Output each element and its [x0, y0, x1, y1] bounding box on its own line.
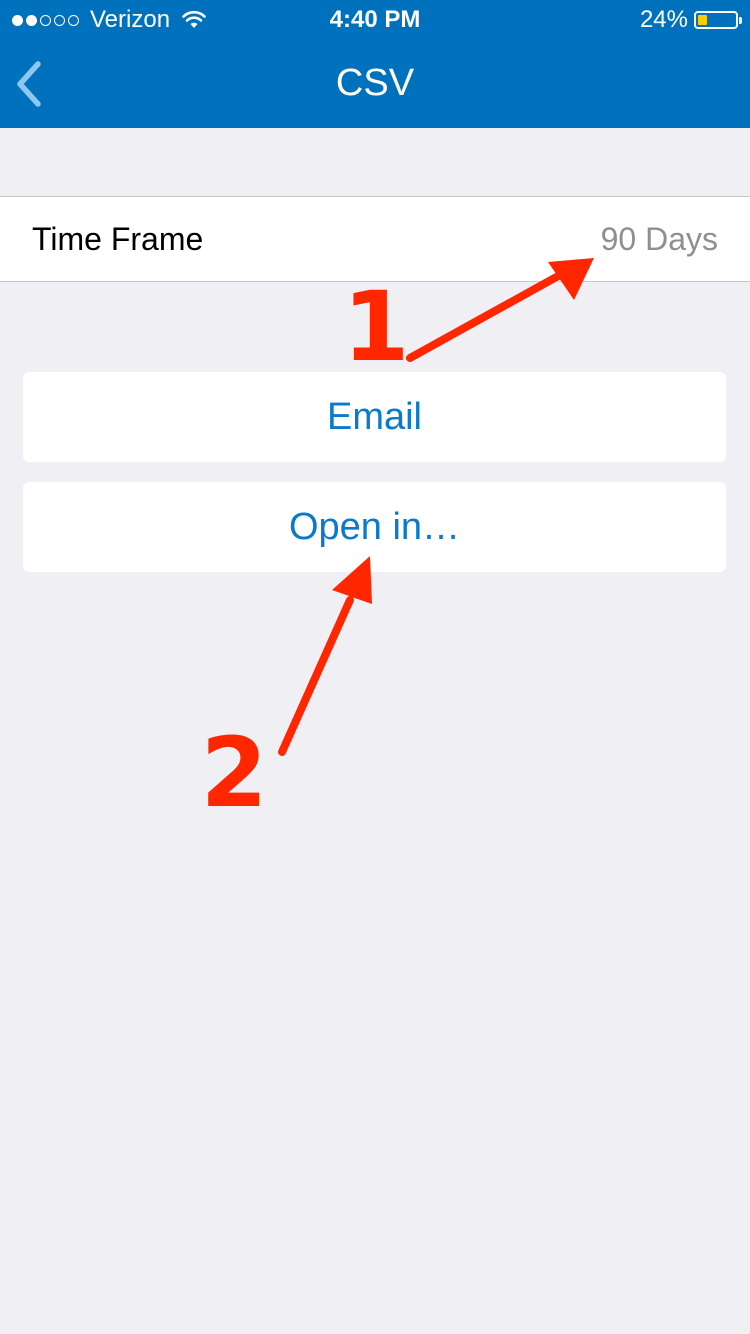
- annotation-number-2: 2: [201, 717, 268, 829]
- annotation-arrow-2: [278, 596, 354, 756]
- battery-tip: [739, 17, 742, 24]
- battery-percent: 24%: [639, 6, 688, 33]
- status-time: 4:40 PM: [329, 6, 421, 33]
- time-frame-value: 90 Days: [600, 221, 718, 257]
- open-in-button[interactable]: Open in…: [23, 482, 726, 572]
- time-frame-row[interactable]: Time Frame 90 Days: [0, 196, 750, 282]
- status-bar: Verizon 4:40 PM 24%: [0, 0, 750, 40]
- battery-icon: [694, 11, 742, 29]
- navigation-bar: CSV: [0, 40, 750, 128]
- page-title: CSV: [335, 62, 415, 104]
- battery-status: 24%: [639, 0, 742, 40]
- annotation-arrow-1: [406, 271, 564, 362]
- battery-fill: [698, 15, 707, 25]
- email-button[interactable]: Email: [23, 372, 726, 462]
- annotation-number-1: 1: [343, 271, 410, 383]
- header: Verizon 4:40 PM 24% CSV: [0, 0, 750, 128]
- time-frame-label: Time Frame: [32, 221, 204, 257]
